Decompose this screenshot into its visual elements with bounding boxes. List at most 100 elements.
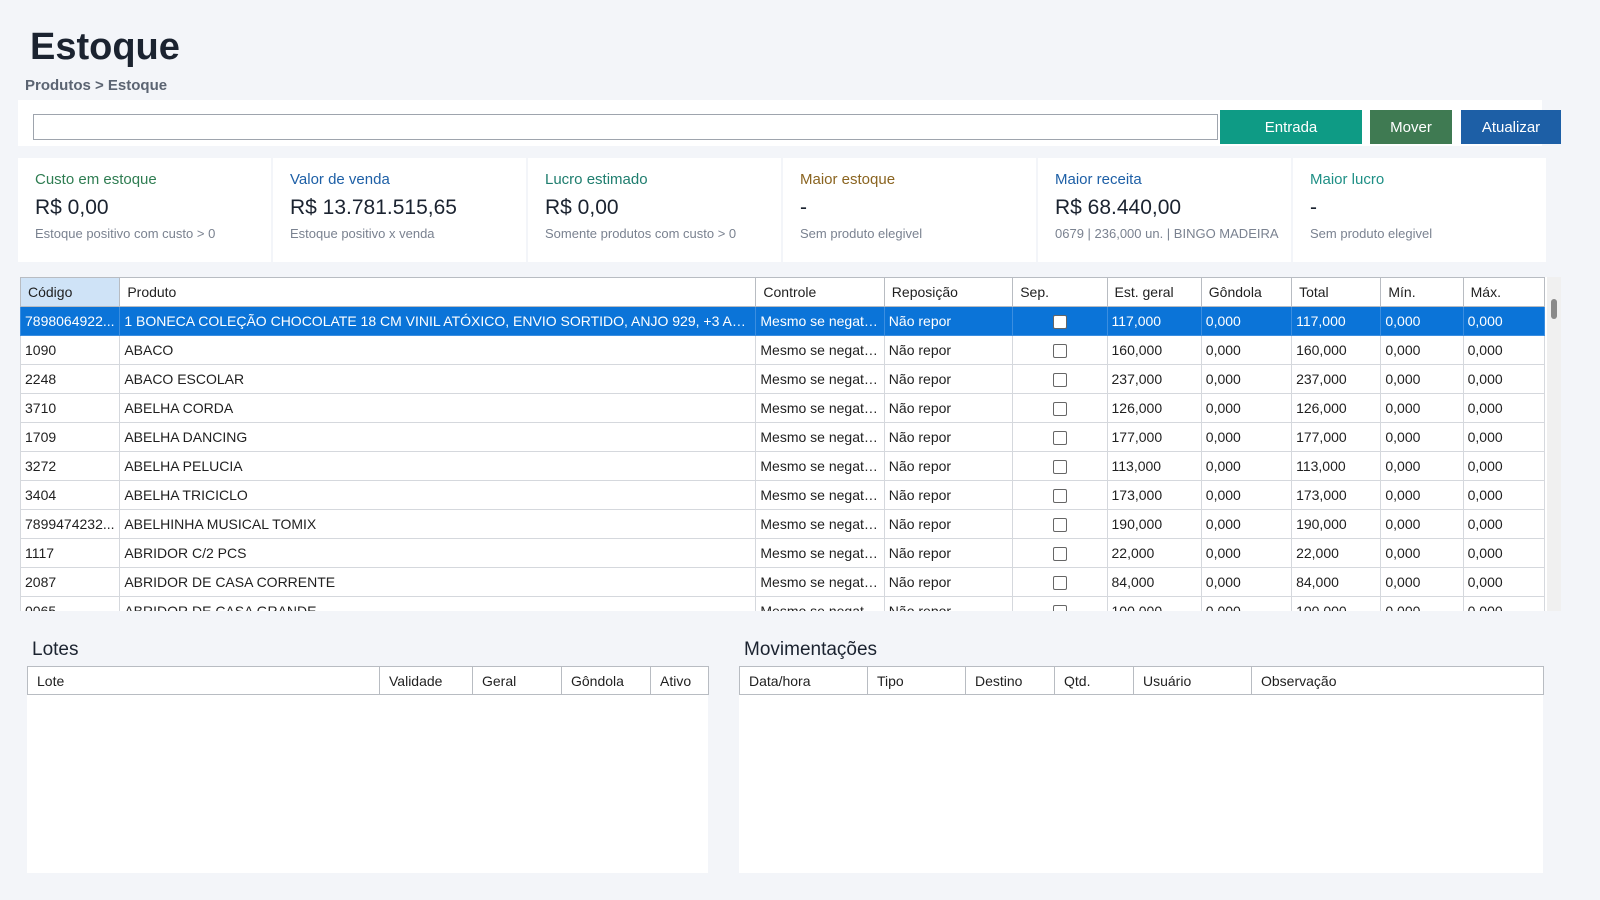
sep-checkbox[interactable] (1052, 576, 1067, 591)
cell-gondola: 0,000 (1200, 596, 1293, 611)
sep-checkbox[interactable] (1052, 373, 1067, 388)
cell-sep (1012, 393, 1108, 423)
table-row[interactable]: 3710 ABELHA CORDA Mesmo se negativo Não rep… (20, 393, 1546, 423)
cell-reposicao: Não repor (883, 451, 1014, 481)
movimentacoes-panel: Data/hora Tipo Destino Qtd. Usuário Obse… (739, 666, 1544, 873)
sep-checkbox[interactable] (1052, 518, 1067, 533)
column-header-est-geral[interactable]: Est. geral (1106, 277, 1202, 307)
cell-total: 190,000 (1291, 509, 1382, 539)
cell-total: 22,000 (1291, 538, 1382, 568)
lotes-title: Lotes (32, 639, 79, 660)
column-header-max[interactable]: Máx. (1462, 277, 1546, 307)
sep-checkbox[interactable] (1052, 344, 1067, 359)
card-value: - (1310, 196, 1317, 219)
table-row[interactable]: 2248 ABACO ESCOLAR Mesmo se negativo Não re… (20, 364, 1546, 394)
column-header-lote[interactable]: Lote (27, 666, 380, 695)
table-row[interactable]: 2087 ABRIDOR DE CASA CORRENTE Mesmo se neg… (20, 567, 1546, 597)
sep-checkbox[interactable] (1052, 460, 1067, 475)
cell-produto: ABELHA DANCING (119, 422, 757, 452)
column-header-sep[interactable]: Sep. (1012, 277, 1108, 307)
cell-reposicao: Não repor (883, 306, 1014, 336)
table-row[interactable]: 1090 ABACO Mesmo se negativo Não repor 160,0… (20, 335, 1546, 365)
sep-checkbox[interactable] (1052, 547, 1067, 562)
card-maior-lucro: Maior lucro - Sem produto elegivel (1293, 158, 1546, 262)
table-row[interactable]: 0065 ABRIDOR DE CASA GRANDE Mesmo se negat… (20, 596, 1546, 611)
column-header-gondola[interactable]: Gôndola (1200, 277, 1293, 307)
search-input[interactable] (33, 114, 1218, 140)
sep-checkbox[interactable] (1052, 489, 1067, 504)
column-header-usuario[interactable]: Usuário (1133, 666, 1252, 695)
sep-checkbox[interactable] (1052, 431, 1067, 446)
cell-total: 113,000 (1291, 451, 1382, 481)
movimentacoes-header: Data/hora Tipo Destino Qtd. Usuário Obse… (739, 666, 1544, 695)
cell-min: 0,000 (1380, 480, 1464, 510)
cell-produto: ABRIDOR DE CASA CORRENTE (119, 567, 757, 597)
cell-codigo: 3272 (20, 451, 121, 481)
column-header-controle[interactable]: Controle (755, 277, 885, 307)
column-header-codigo[interactable]: Código (20, 277, 121, 307)
cell-controle: Mesmo se negativo (755, 509, 885, 539)
column-header-tipo[interactable]: Tipo (867, 666, 966, 695)
page-title: Estoque (30, 26, 180, 68)
sep-checkbox[interactable] (1052, 605, 1067, 611)
cell-min: 0,000 (1380, 335, 1464, 365)
atualizar-button[interactable]: Atualizar (1461, 110, 1561, 144)
cell-max: 0,000 (1462, 567, 1546, 597)
table-row[interactable]: 3404 ABELHA TRICICLO Mesmo se negativo Não … (20, 480, 1546, 510)
cell-est-geral: 177,000 (1106, 422, 1202, 452)
cell-sep (1012, 538, 1108, 568)
cell-gondola: 0,000 (1200, 335, 1293, 365)
cell-gondola: 0,000 (1200, 364, 1293, 394)
column-header-ativo[interactable]: Ativo (650, 666, 709, 695)
column-header-observacao[interactable]: Observação (1251, 666, 1544, 695)
card-title: Maior lucro (1310, 171, 1385, 188)
column-header-min[interactable]: Mín. (1380, 277, 1464, 307)
sep-checkbox[interactable] (1052, 315, 1067, 330)
lotes-header: Lote Validade Geral Gôndola Ativo (27, 666, 709, 695)
cell-max: 0,000 (1462, 509, 1546, 539)
grid-scroll-thumb[interactable] (1551, 299, 1557, 319)
card-custo-estoque: Custo em estoque R$ 0,00 Estoque positiv… (18, 158, 271, 262)
card-subtitle: Sem produto elegivel (800, 226, 923, 241)
cell-gondola: 0,000 (1200, 480, 1293, 510)
column-header-validade[interactable]: Validade (379, 666, 473, 695)
cell-max: 0,000 (1462, 335, 1546, 365)
table-row[interactable]: 1117 ABRIDOR C/2 PCS Mesmo se negativo Não … (20, 538, 1546, 568)
cell-max: 0,000 (1462, 393, 1546, 423)
table-row[interactable]: 7898064922... 1 BONECA COLEÇÃO CHOCOLATE … (20, 306, 1546, 336)
cell-sep (1012, 596, 1108, 611)
cell-max: 0,000 (1462, 451, 1546, 481)
table-row[interactable]: 1709 ABELHA DANCING Mesmo se negativo Não r… (20, 422, 1546, 452)
column-header-qtd[interactable]: Qtd. (1054, 666, 1134, 695)
cell-total: 177,000 (1291, 422, 1382, 452)
table-row[interactable]: 3272 ABELHA PELUCIA Mesmo se negativo Não r… (20, 451, 1546, 481)
cell-est-geral: 190,000 (1106, 509, 1202, 539)
cell-codigo: 1709 (20, 422, 121, 452)
column-header-data-hora[interactable]: Data/hora (739, 666, 868, 695)
column-header-geral[interactable]: Geral (472, 666, 562, 695)
column-header-total[interactable]: Total (1291, 277, 1382, 307)
cell-min: 0,000 (1380, 567, 1464, 597)
entrada-button[interactable]: Entrada (1220, 110, 1362, 144)
cell-sep (1012, 480, 1108, 510)
cell-max: 0,000 (1462, 480, 1546, 510)
column-header-reposicao[interactable]: Reposição (883, 277, 1014, 307)
mover-button[interactable]: Mover (1370, 110, 1452, 144)
cell-controle: Mesmo se negativo (755, 335, 885, 365)
grid-header: Código Produto Controle Reposição Sep. E… (20, 277, 1546, 307)
table-row[interactable]: 7899474232... ABELHINHA MUSICAL TOMIX Mesm… (20, 509, 1546, 539)
lotes-panel: Lote Validade Geral Gôndola Ativo (27, 666, 709, 873)
cell-reposicao: Não repor (883, 422, 1014, 452)
movimentacoes-title: Movimentações (744, 639, 878, 660)
cell-reposicao: Não repor (883, 335, 1014, 365)
column-header-gondola[interactable]: Gôndola (561, 666, 651, 695)
sep-checkbox[interactable] (1052, 402, 1067, 417)
cell-min: 0,000 (1380, 509, 1464, 539)
card-subtitle: Sem produto elegivel (1310, 226, 1433, 241)
grid-scrollbar[interactable] (1547, 277, 1561, 611)
column-header-produto[interactable]: Produto (119, 277, 757, 307)
cell-produto: ABELHINHA MUSICAL TOMIX (119, 509, 757, 539)
card-title: Maior estoque (800, 171, 896, 188)
card-subtitle: Estoque positivo com custo > 0 (35, 226, 216, 241)
column-header-destino[interactable]: Destino (965, 666, 1055, 695)
